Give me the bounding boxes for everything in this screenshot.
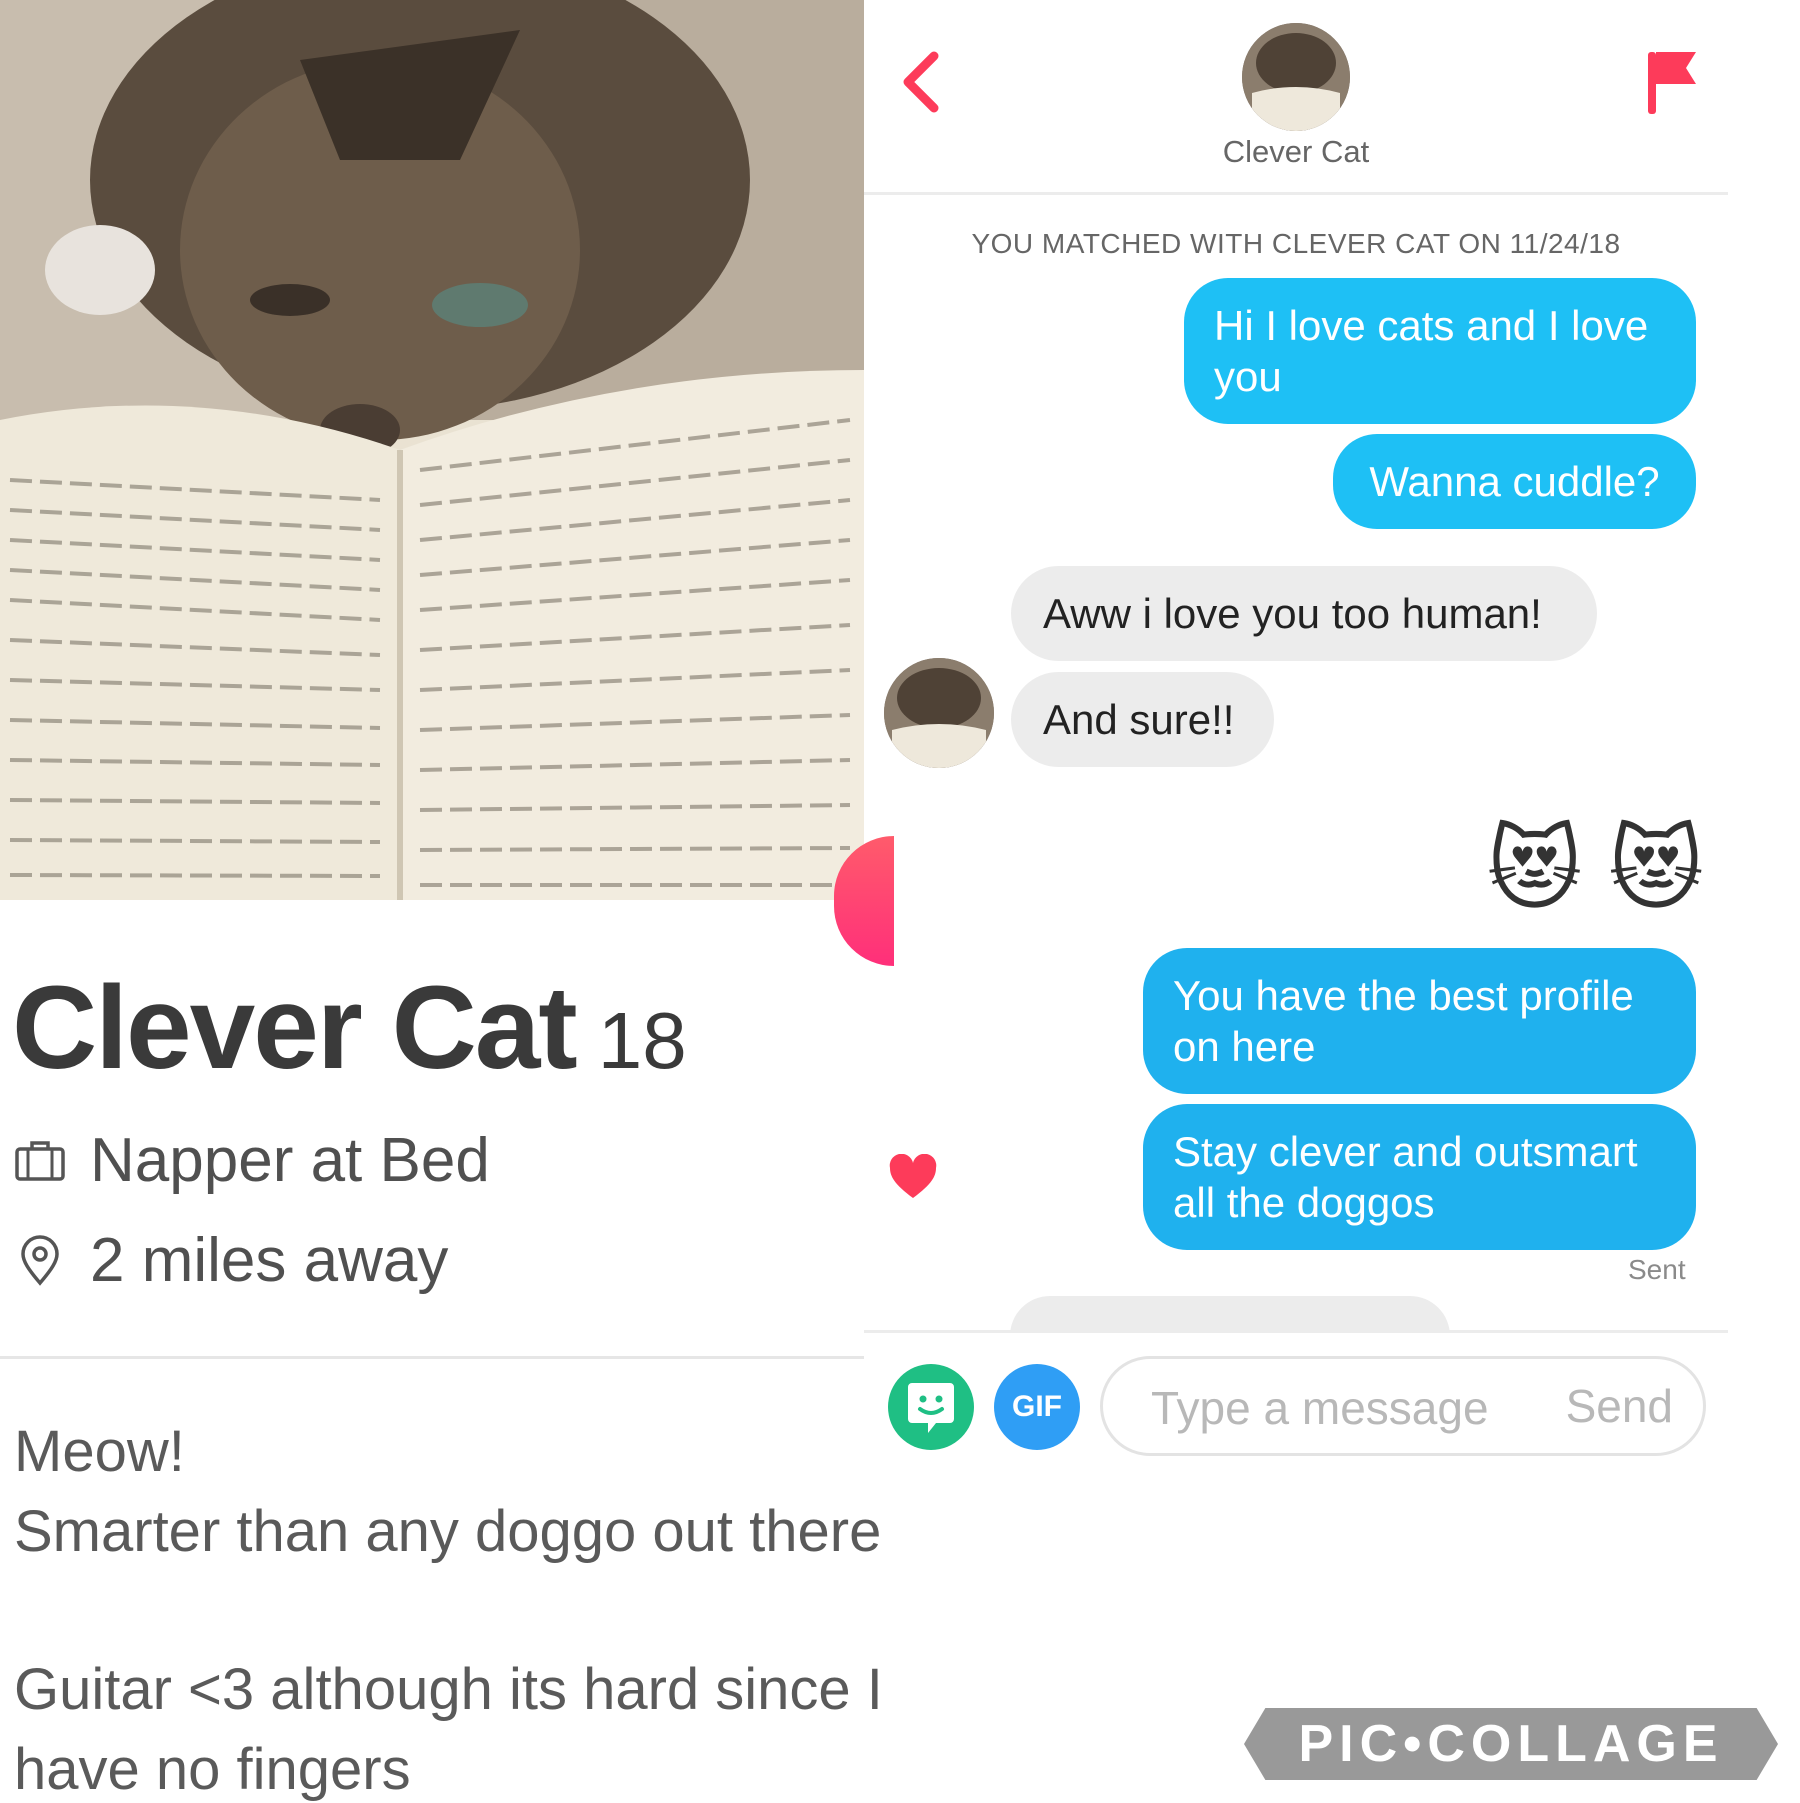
profile-job: Napper at Bed: [90, 1126, 490, 1195]
bio-line: Guitar <3 although its hard since I: [14, 1657, 883, 1722]
outgoing-message[interactable]: You have the best profile on here: [1143, 948, 1696, 1094]
profile-divider: [0, 1356, 864, 1359]
incoming-message[interactable]: And sure!!: [1011, 672, 1274, 767]
bio-line: have no fingers: [14, 1737, 411, 1802]
location-pin-icon: [21, 1234, 59, 1286]
message-input[interactable]: [1149, 1377, 1533, 1439]
profile-job-row: Napper at Bed: [14, 1125, 490, 1196]
profile-age: 18: [597, 996, 687, 1085]
sent-status: Sent: [1628, 1254, 1686, 1285]
heart-icon[interactable]: [888, 1154, 938, 1200]
report-flag-icon[interactable]: [1644, 48, 1700, 116]
back-chevron-icon[interactable]: [900, 50, 940, 114]
bio-line: Meow!: [14, 1419, 185, 1484]
gif-button[interactable]: GIF: [994, 1364, 1080, 1450]
outgoing-message[interactable]: Stay clever and outsmart all the doggos: [1143, 1104, 1696, 1250]
profile-distance-row: 2 miles away: [14, 1225, 448, 1296]
watermark-logo: PIC•COLLAGE: [1244, 1708, 1778, 1780]
emoji-message[interactable]: 😻 😻: [1448, 820, 1704, 920]
message-input-container: Send: [1100, 1356, 1706, 1456]
match-name: Clever Cat: [1222, 134, 1370, 169]
bio-line: Smarter than any doggo out there: [14, 1499, 882, 1564]
incoming-message[interactable]: Aww i love you too human!: [1011, 566, 1597, 661]
profile-distance: 2 miles away: [90, 1226, 449, 1295]
match-avatar-small[interactable]: [884, 658, 994, 768]
sticker-button[interactable]: [888, 1364, 974, 1450]
outgoing-message[interactable]: Hi I love cats and I love you: [1184, 278, 1696, 424]
chat-header: Clever Cat: [864, 0, 1728, 195]
profile-photo: [0, 0, 864, 900]
profile-name: Clever Cat: [12, 962, 578, 1094]
sticker-icon: [908, 1383, 954, 1433]
match-avatar[interactable]: [1242, 23, 1350, 131]
match-date-banner: YOU MATCHED WITH CLEVER CAT ON 11/24/18: [971, 228, 1621, 259]
outgoing-message[interactable]: Wanna cuddle?: [1333, 434, 1696, 529]
profile-name-row: Clever Cat 18: [12, 960, 687, 1096]
briefcase-icon: [15, 1140, 65, 1181]
send-button[interactable]: Send: [1566, 1379, 1673, 1433]
